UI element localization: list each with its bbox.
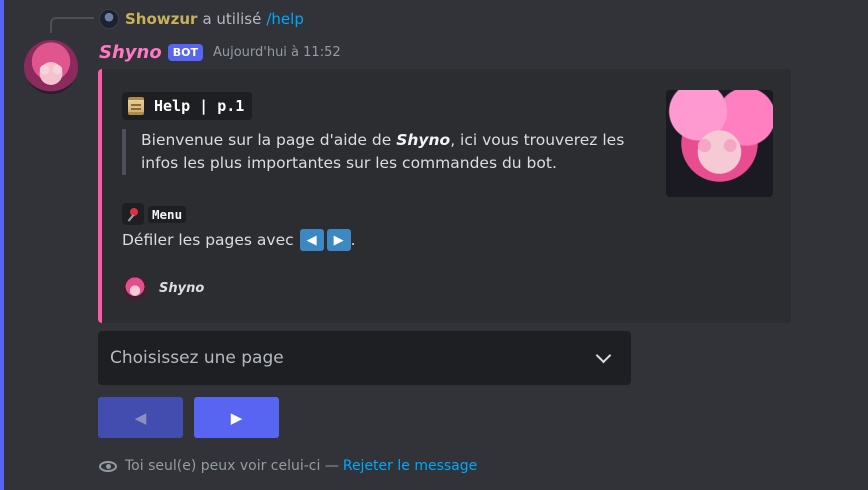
author-name[interactable]: Shyno: [99, 42, 162, 63]
footer-text: Shyno: [159, 280, 205, 296]
arrow-left-icon: ◀: [299, 229, 324, 251]
ephemeral-text: Toi seul(e) peux voir celui-ci —: [125, 458, 339, 474]
bot-badge: BOT: [167, 43, 203, 61]
chevron-down-icon: [595, 347, 612, 364]
field-value-end: .: [350, 231, 356, 249]
embed-field-name: Menu: [122, 203, 187, 225]
message-timestamp[interactable]: Aujourd'hui à 11:52: [213, 45, 341, 60]
field-value-text: Défiler les pages avec: [122, 231, 294, 249]
message-header: Shyno BOT Aujourd'hui à 11:52: [99, 40, 341, 64]
reply-action-text: a utilisé: [202, 10, 262, 28]
ephemeral-notice: Toi seul(e) peux voir celui-ci — Rejeter…: [99, 455, 477, 477]
embed-field-value: Défiler les pages avec ◀ ▶ .: [122, 228, 356, 252]
arrow-right-icon: ▶: [326, 229, 351, 251]
description-prefix: Bienvenue sur la page d'aide de: [141, 131, 397, 149]
eye-icon: [99, 460, 117, 472]
reply-context[interactable]: Showzur a utilisé /help: [99, 8, 304, 30]
embed-title: Help | p.1: [122, 92, 253, 120]
next-arrow-icon: ▶: [230, 408, 243, 427]
footer-avatar: [122, 275, 148, 301]
reply-command[interactable]: /help: [266, 10, 303, 28]
dismiss-message-link[interactable]: Rejeter le message: [343, 458, 477, 474]
scroll-icon: [128, 97, 144, 115]
next-page-button[interactable]: ▶: [194, 397, 279, 438]
embed-description: Bienvenue sur la page d'aide de Shyno, i…: [122, 129, 627, 175]
select-placeholder: Choisissez une page: [110, 348, 284, 368]
message-highlight-bar: [0, 0, 4, 490]
embed-title-text: Help | p.1: [154, 97, 245, 115]
reply-username[interactable]: Showzur: [125, 10, 197, 28]
description-bot-name: Shyno: [396, 131, 451, 149]
embed: Help | p.1 Bienvenue sur la page d'aide …: [98, 69, 791, 323]
field-label: Menu: [148, 205, 187, 223]
reply-avatar[interactable]: [99, 9, 119, 29]
embed-thumbnail[interactable]: [666, 90, 773, 197]
embed-footer: Shyno: [122, 275, 204, 301]
reply-spine: [50, 17, 94, 33]
author-avatar[interactable]: [24, 40, 78, 94]
previous-page-button[interactable]: ◀: [98, 397, 183, 438]
page-select-dropdown[interactable]: Choisissez une page: [98, 331, 631, 385]
pushpin-icon: [122, 203, 144, 225]
previous-arrow-icon: ◀: [134, 408, 147, 427]
